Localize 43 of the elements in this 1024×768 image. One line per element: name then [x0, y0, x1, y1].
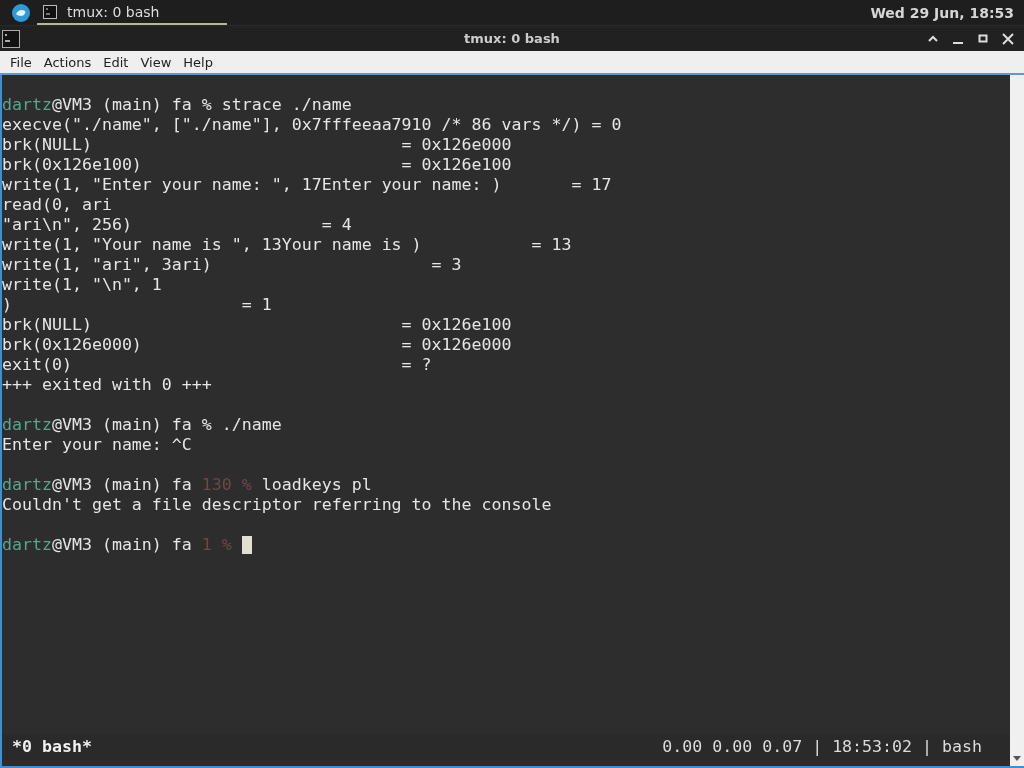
- terminal-text: loadkeys pl: [260, 475, 372, 495]
- terminal-text: Enter your name: ^C: [2, 435, 192, 455]
- window-title: tmux: 0 bash: [464, 31, 560, 46]
- terminal-text: brk(0x126e000) = 0x126e000: [2, 335, 512, 355]
- terminal-text: write(1, "ari", 3ari) = 3: [2, 255, 462, 275]
- terminal-text: 130 %: [201, 475, 252, 495]
- clock: Wed 29 Jun, 18:53: [870, 4, 1015, 21]
- menu-item[interactable]: View: [134, 54, 178, 70]
- terminal-text: dartz: [2, 475, 52, 495]
- terminal-text: @VM3 (main) fa: [51, 535, 193, 555]
- terminal-text: write(1, "Enter your name: ", 17Enter your name: ) = 17: [2, 175, 612, 195]
- terminal-text: dartz: [2, 535, 52, 555]
- terminal-text: "ari\n", 256) = 4: [2, 215, 352, 235]
- app-menu-icon[interactable]: [11, 2, 31, 23]
- terminal-text: brk(0x126e100) = 0x126e100: [2, 155, 512, 175]
- terminal-text: write(1, "\n", 1: [2, 275, 162, 295]
- terminal-text: execve("./name", ["./name"], 0x7fffeeaa7910 /* 86 vars */) = 0: [2, 115, 622, 135]
- menu-item[interactable]: Actions: [37, 54, 98, 70]
- menu-item[interactable]: Help: [177, 54, 219, 70]
- terminal-text: dartz: [2, 95, 52, 115]
- terminal-text: write(1, "Your name is ", 13Your name is ) = 13: [2, 235, 572, 255]
- scroll-down-icon[interactable]: [1012, 754, 1022, 762]
- terminal-icon: [2, 29, 20, 48]
- terminal-text: 1 %: [201, 535, 232, 555]
- menu-item[interactable]: File: [4, 54, 38, 70]
- terminal-text: ) = 1: [2, 295, 272, 315]
- terminal-text: dartz: [2, 415, 52, 435]
- terminal-text: brk(NULL) = 0x126e000: [2, 135, 512, 155]
- terminal-text: @VM3 (main) fa % strace ./name: [51, 95, 352, 115]
- close-icon[interactable]: [1002, 32, 1014, 45]
- status-info: 0.00 0.00 0.07 | 18:53:02 | bash: [662, 737, 982, 757]
- terminal-text: +++ exited with 0 +++: [2, 375, 212, 395]
- window-list: *0 bash*: [12, 737, 92, 757]
- terminal-text: brk(NULL) = 0x126e100: [2, 315, 512, 335]
- terminal-text: @VM3 (main) fa % ./name: [51, 415, 282, 435]
- terminal-text: exit(0) = ?: [2, 355, 432, 375]
- scrollbar[interactable]: [1010, 75, 1024, 766]
- terminal-icon: [43, 4, 57, 19]
- terminal-text: @VM3 (main) fa: [51, 475, 193, 495]
- menu-item[interactable]: Edit: [97, 54, 135, 70]
- terminal-text: read(0, ari: [2, 195, 112, 215]
- terminal-text: Couldn't get a file descriptor referring to the console: [2, 495, 552, 515]
- maximize-icon[interactable]: [977, 32, 989, 45]
